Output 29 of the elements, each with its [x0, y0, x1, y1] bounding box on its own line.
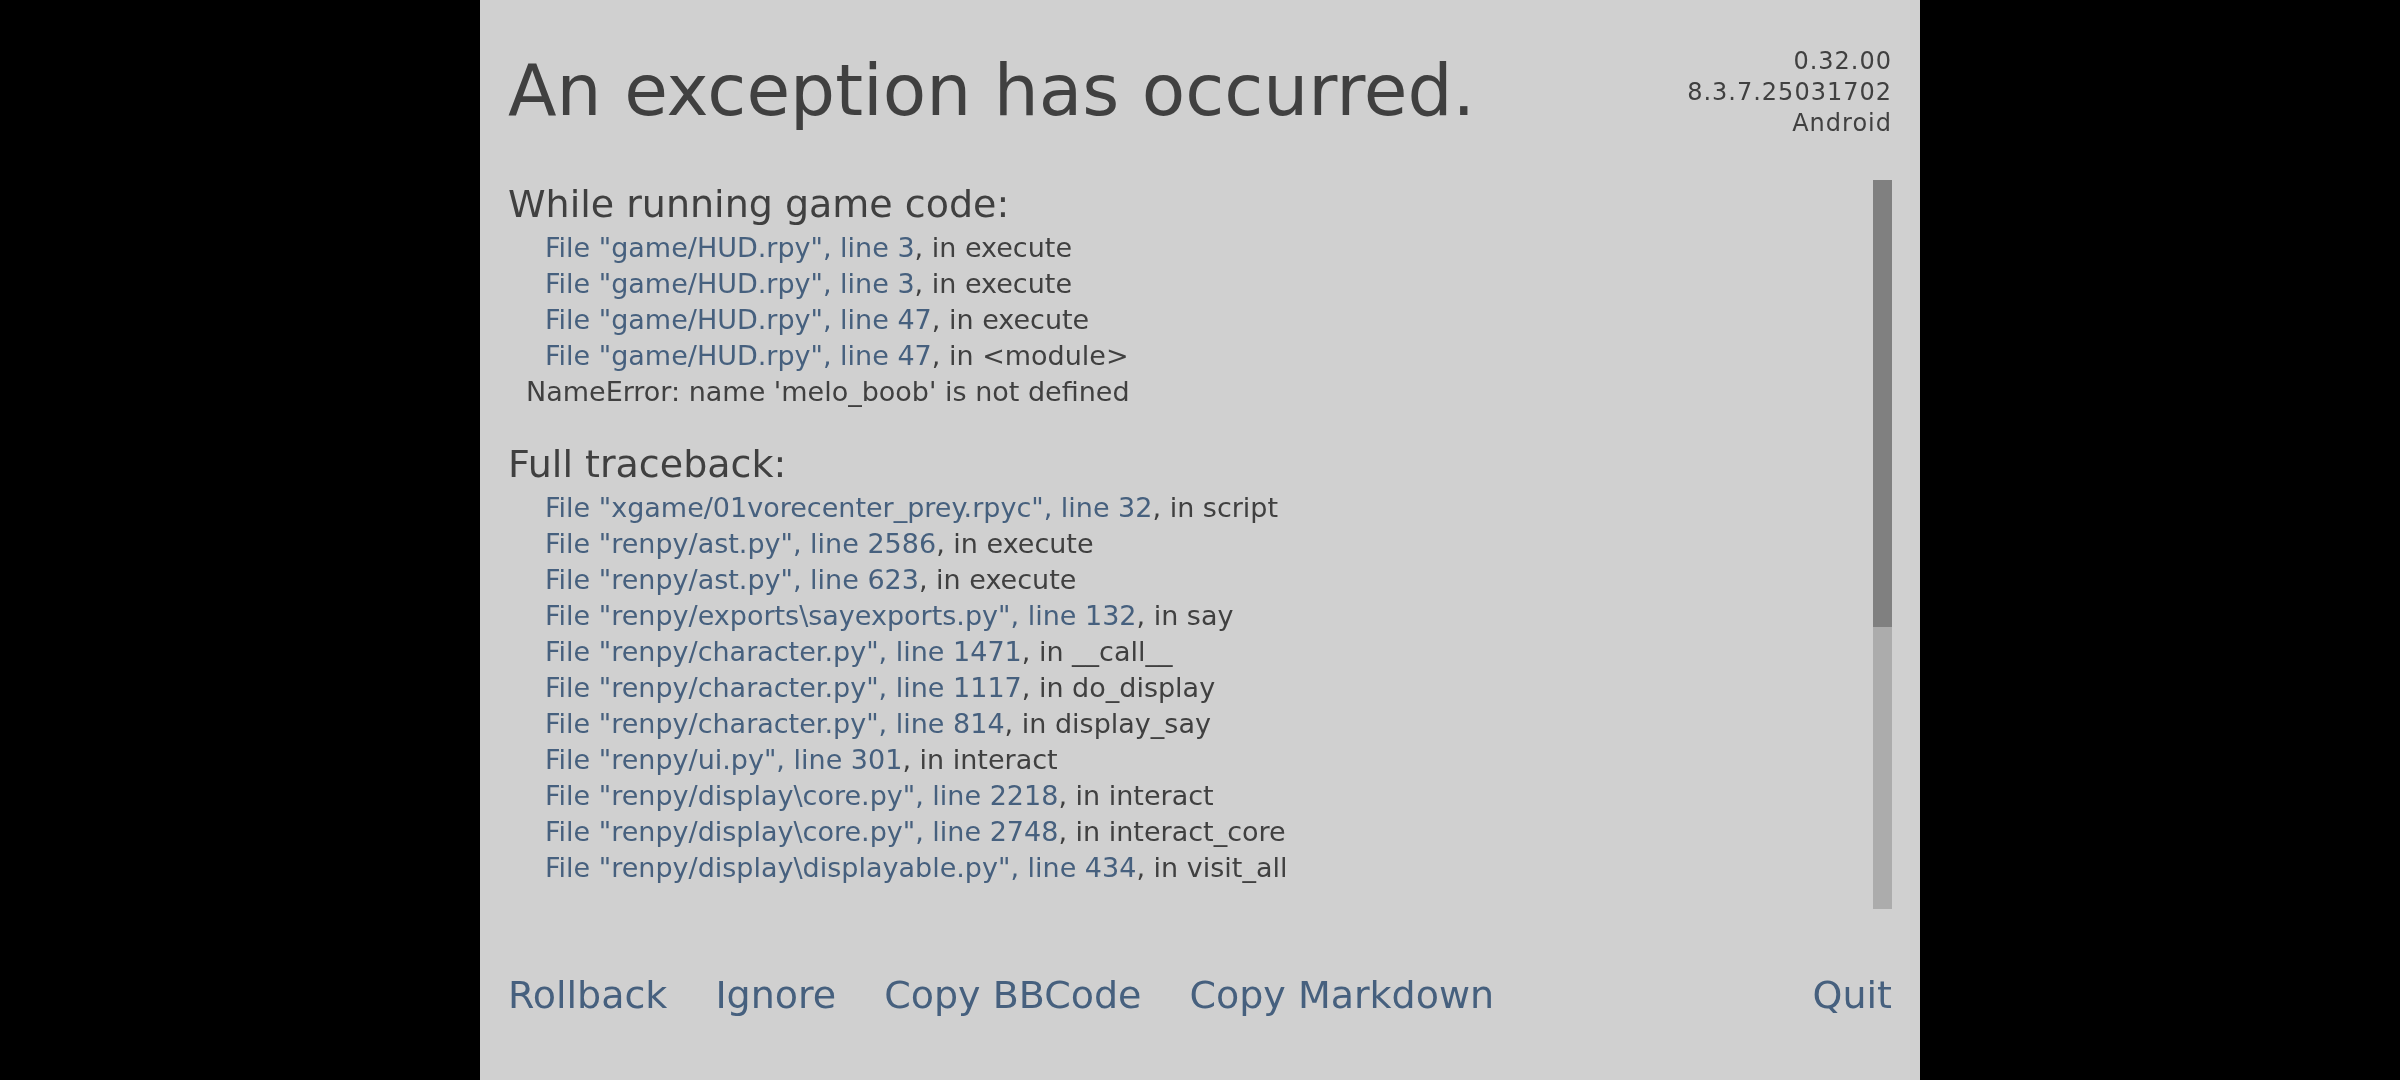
action-button[interactable]: Copy Markdown [1189, 972, 1495, 1017]
traceback-line: File "game/HUD.rpy", line 3, in execute [545, 267, 1073, 301]
version-text: Android [1792, 108, 1892, 139]
traceback-line: File "renpy/exports\sayexports.py", line 132, in say [545, 599, 1234, 633]
section-heading: While running game code: [508, 181, 1011, 228]
version-text: 0.32.00 [1793, 46, 1892, 77]
traceback-line: File "renpy/character.py", line 1117, in do_display [545, 671, 1216, 705]
error-message: NameError: name 'melo_boob' is not defined [526, 375, 1130, 409]
scrollbar-thumb[interactable] [1873, 180, 1892, 627]
traceback-line: File "xgame/01vorecenter_prey.rpyc", line 32, in script [545, 491, 1279, 525]
traceback-line: File "renpy/ast.py", line 2586, in execute [545, 527, 1094, 561]
traceback-line: File "game/HUD.rpy", line 47, in <module> [545, 339, 1129, 373]
traceback-line: File "game/HUD.rpy", line 47, in execute [545, 303, 1090, 337]
traceback-line: File "renpy/character.py", line 1471, in __call__ [545, 635, 1173, 669]
scrollbar[interactable] [1873, 180, 1892, 909]
traceback-line: File "renpy/character.py", line 814, in display_say [545, 707, 1211, 741]
traceback-line: File "renpy/display\core.py", line 2748, in interact_core [545, 815, 1286, 849]
traceback-line: File "renpy/ui.py", line 301, in interact [545, 743, 1058, 777]
action-button[interactable]: Copy BBCode [884, 972, 1142, 1017]
traceback-line: File "renpy/ast.py", line 623, in execute [545, 563, 1077, 597]
action-button[interactable]: Rollback [508, 972, 668, 1017]
quit-button[interactable]: Quit [1812, 972, 1892, 1017]
version-text: 8.3.7.25031702 [1687, 77, 1892, 108]
section-heading: Full traceback: [508, 441, 788, 488]
action-button[interactable]: Ignore [715, 972, 837, 1017]
traceback-line: File "renpy/display\core.py", line 2218, in interact [545, 779, 1214, 813]
page-title: An exception has occurred. [508, 48, 1476, 134]
traceback-line: File "game/HUD.rpy", line 3, in execute [545, 231, 1073, 265]
traceback-line: File "renpy/display\displayable.py", line 434, in visit_all [545, 851, 1288, 885]
